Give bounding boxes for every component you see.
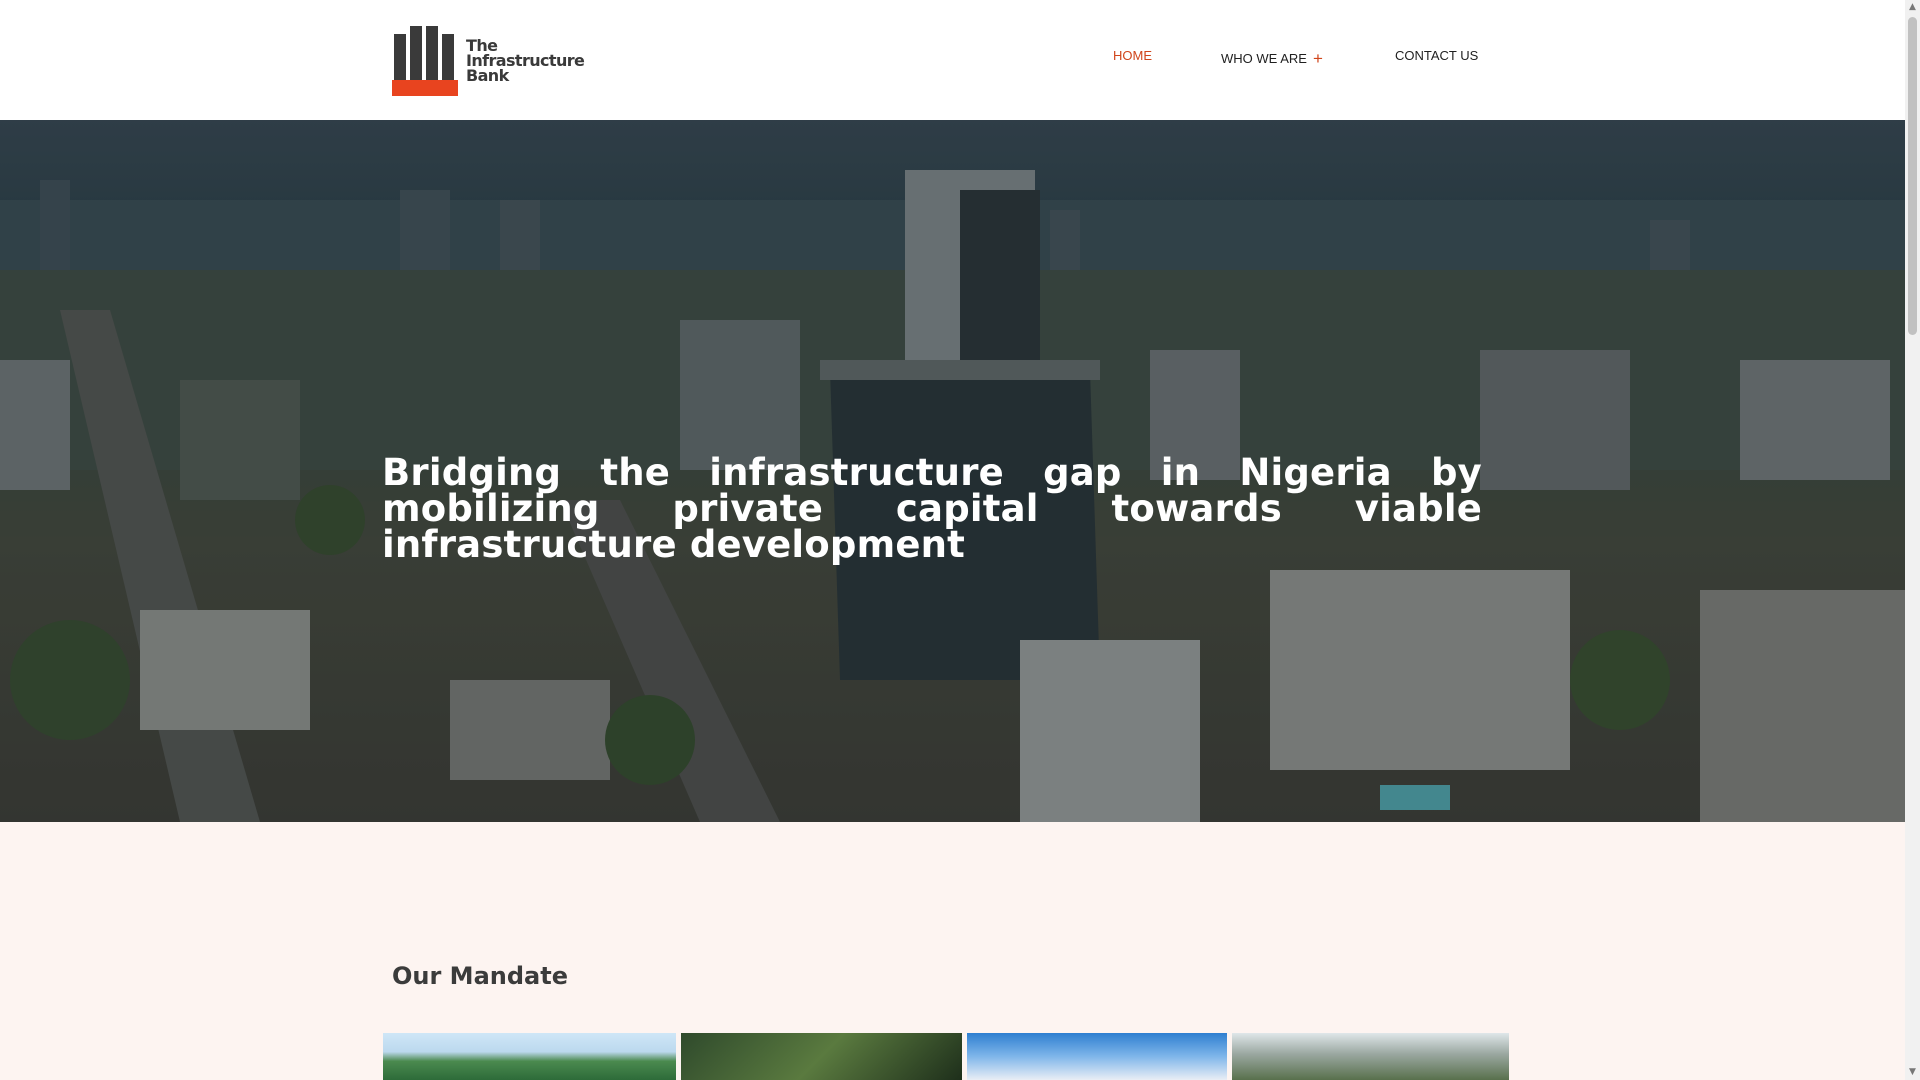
site-logo[interactable]: The Infrastructure Bank <box>392 24 592 96</box>
mandate-card-image[interactable] <box>383 1033 676 1080</box>
scroll-up-arrow-icon[interactable]: ▲ <box>1905 0 1920 15</box>
hero-headline: Bridging the infrastructure gap in Niger… <box>382 450 1482 566</box>
logo-wordmark: The Infrastructure Bank <box>466 38 585 85</box>
mandate-card-image[interactable] <box>1232 1033 1509 1080</box>
scroll-down-arrow-icon[interactable]: ▼ <box>1905 1065 1920 1080</box>
mandate-section: Our Mandate <box>0 822 1905 1080</box>
scrollbar-thumb[interactable] <box>1908 17 1917 335</box>
mandate-card-image[interactable] <box>681 1033 962 1080</box>
logo-base <box>392 80 458 96</box>
logo-bar <box>410 26 422 80</box>
hero-banner: Bridging the infrastructure gap in Niger… <box>0 120 1905 822</box>
logo-bar <box>442 34 454 80</box>
logo-bar <box>394 34 406 80</box>
logo-line: Bank <box>466 66 509 85</box>
logo-mark <box>392 26 458 96</box>
section-title: Our Mandate <box>392 962 568 990</box>
nav-home[interactable]: HOME <box>1113 48 1152 63</box>
nav-contact-us[interactable]: CONTACT US <box>1395 48 1478 63</box>
page: The Infrastructure Bank HOME WHO WE ARE +… <box>0 0 1905 1080</box>
plus-icon: + <box>1312 49 1323 68</box>
nav-who-we-are-label: WHO WE ARE <box>1221 51 1307 66</box>
logo-bar <box>426 26 438 80</box>
page-scrollbar[interactable]: ▲ ▼ <box>1905 0 1920 1080</box>
mandate-card-image[interactable] <box>967 1033 1227 1080</box>
site-header: The Infrastructure Bank HOME WHO WE ARE +… <box>0 0 1905 120</box>
nav-who-we-are[interactable]: WHO WE ARE + <box>1221 48 1323 68</box>
